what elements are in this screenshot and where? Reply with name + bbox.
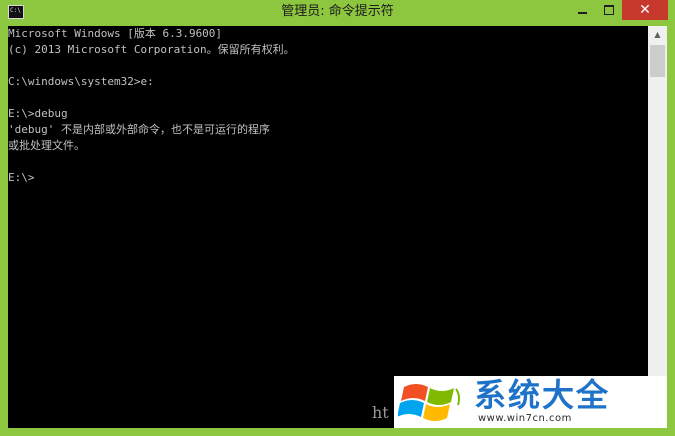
minimize-icon — [577, 12, 587, 14]
console-line: E:\>debug — [8, 107, 68, 120]
windows-logo-icon — [398, 384, 461, 421]
title-bar[interactable]: C:\ 管理员: 命令提示符 ✕ — [0, 0, 675, 26]
console-line: C:\windows\system32>e: — [8, 75, 154, 88]
scroll-up-button[interactable]: ▲ — [648, 26, 667, 43]
console-line: 'debug' 不是内部或外部命令，也不是可运行的程序 — [8, 123, 270, 136]
console-line: Microsoft Windows [版本 6.3.9600] — [8, 27, 223, 40]
watermark-partial-text: ht — [372, 403, 389, 422]
watermark-brand: 系统大全 — [474, 376, 611, 414]
app-icon-label: C:\ — [10, 7, 21, 14]
maximize-icon — [604, 5, 614, 15]
watermark-url: www.win7cn.com — [478, 413, 572, 424]
vertical-scrollbar[interactable]: ▲ ▼ — [648, 26, 667, 428]
close-icon: ✕ — [639, 2, 651, 18]
minimize-button[interactable] — [568, 0, 596, 20]
console-line: 或批处理文件。 — [8, 139, 85, 152]
command-prompt-window: C:\ 管理员: 命令提示符 ✕ Microsoft Windows [版本 6… — [0, 0, 675, 436]
watermark-banner: 系统大全 www.win7cn.com — [394, 376, 667, 428]
console-prompt-line: E:\> — [8, 171, 35, 184]
cmd-app-icon[interactable]: C:\ — [8, 5, 24, 19]
console-line: (c) 2013 Microsoft Corporation。保留所有权利。 — [8, 43, 295, 56]
console-output[interactable]: Microsoft Windows [版本 6.3.9600] (c) 2013… — [8, 26, 648, 428]
maximize-button[interactable] — [596, 0, 622, 20]
close-button[interactable]: ✕ — [622, 0, 668, 20]
scrollbar-thumb[interactable] — [650, 45, 665, 77]
